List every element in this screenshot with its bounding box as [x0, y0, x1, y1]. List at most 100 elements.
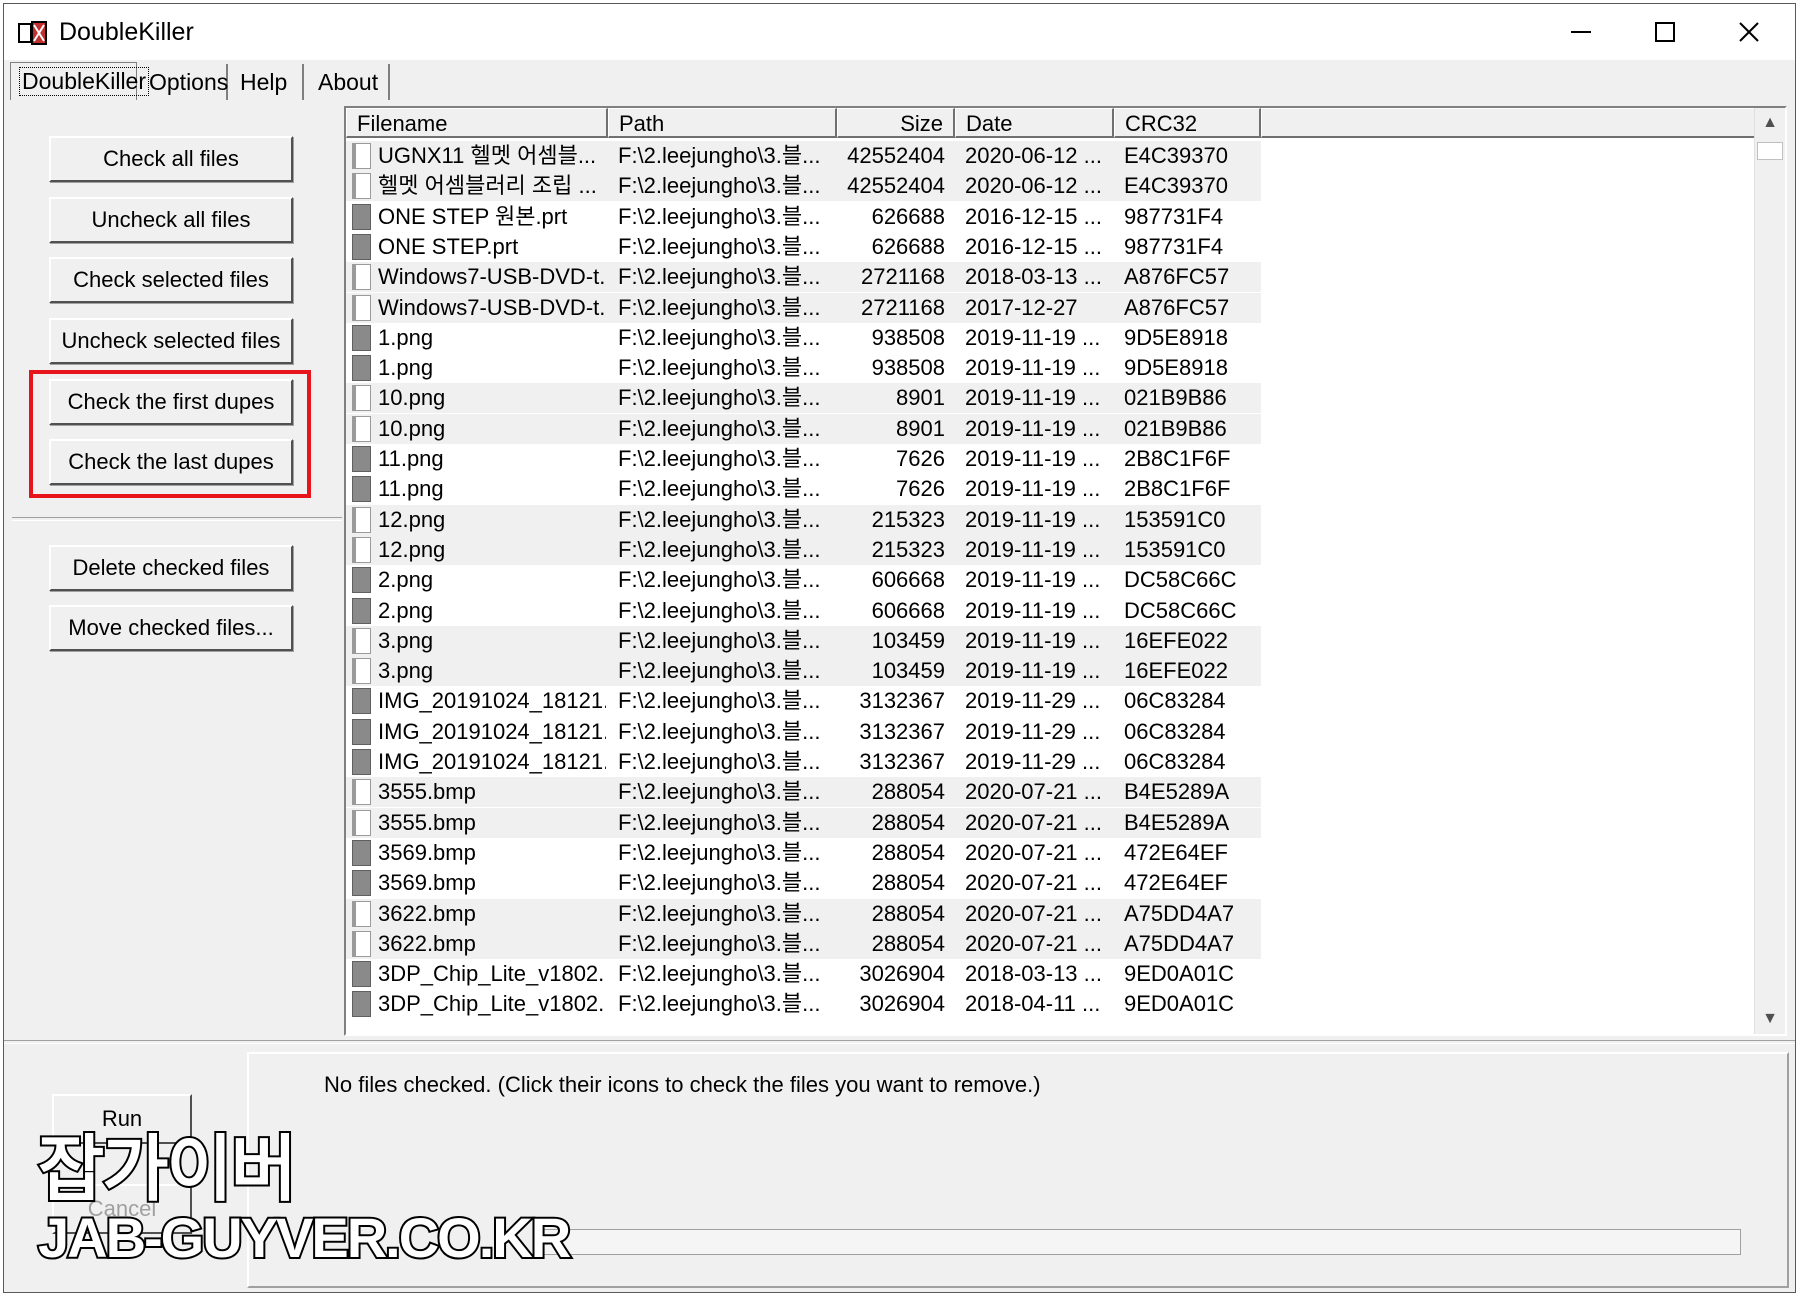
- file-unchecked-icon[interactable]: [352, 900, 371, 927]
- cell-size: 8901: [896, 415, 945, 441]
- table-row[interactable]: 3569.bmp F:\2.leejungho\3.블... 288054 2020-…: [346, 838, 1261, 868]
- file-unchecked-icon[interactable]: [352, 264, 371, 291]
- column-header-filename[interactable]: Filename: [346, 108, 608, 138]
- file-checked-icon[interactable]: [352, 355, 371, 382]
- close-button[interactable]: [1707, 4, 1791, 60]
- file-checked-icon[interactable]: [352, 567, 371, 594]
- cell-crc32: 2B8C1F6F: [1124, 446, 1231, 471]
- file-checked-icon[interactable]: [352, 476, 371, 503]
- table-row[interactable]: 12.png F:\2.leejungho\3.블... 215323 2019-11…: [346, 504, 1261, 535]
- table-row[interactable]: ONE STEP.prt F:\2.leejungho\3.블... 626688 2…: [346, 232, 1261, 262]
- file-checked-icon[interactable]: [352, 749, 371, 775]
- table-row[interactable]: IMG_20191024_18121... F:\2.leejungho\3.블.…: [346, 747, 1261, 777]
- tab-help[interactable]: Help: [231, 64, 304, 100]
- table-row[interactable]: 2.png F:\2.leejungho\3.블... 606668 2019-11-…: [346, 565, 1261, 595]
- table-row[interactable]: 3DP_Chip_Lite_v1802.... F:\2.leejungho\3.…: [346, 959, 1261, 989]
- file-checked-icon[interactable]: [352, 324, 371, 351]
- check-selected-files-button[interactable]: Check selected files: [49, 257, 293, 303]
- file-checked-icon[interactable]: [352, 718, 371, 745]
- vertical-scrollbar[interactable]: ▲ ▼: [1754, 108, 1785, 1034]
- file-unchecked-icon[interactable]: [352, 536, 371, 563]
- scroll-up-arrow-icon[interactable]: ▲: [1755, 108, 1785, 138]
- delete-checked-files-button[interactable]: Delete checked files: [49, 545, 293, 591]
- cell-size: 288054: [871, 870, 945, 896]
- cell-date: 2018-04-11 ...: [965, 991, 1101, 1017]
- move-checked-files-button[interactable]: Move checked files...: [49, 605, 293, 651]
- table-row[interactable]: Windows7-USB-DVD-t... F:\2.leejungho\3.블.…: [346, 292, 1261, 323]
- file-checked-icon[interactable]: [352, 839, 371, 866]
- table-row[interactable]: 1.png F:\2.leejungho\3.블... 938508 2019-11-…: [346, 353, 1261, 383]
- table-row[interactable]: IMG_20191024_18121... F:\2.leejungho\3.블.…: [346, 717, 1261, 747]
- cell-size: 103459: [871, 627, 945, 653]
- table-row[interactable]: 2.png F:\2.leejungho\3.블... 606668 2019-11-…: [346, 596, 1261, 626]
- cell-path: F:\2.leejungho\3.블...: [618, 870, 821, 896]
- minimize-button[interactable]: [1539, 4, 1623, 60]
- cell-filename: 12.png: [378, 536, 446, 562]
- file-checked-icon[interactable]: [352, 688, 371, 715]
- file-unchecked-icon[interactable]: [352, 779, 371, 806]
- table-row[interactable]: 헬멧 어셈블러리 조립 ... F:\2.leejungho\3.블... 4255…: [346, 171, 1261, 202]
- file-unchecked-icon[interactable]: [352, 385, 371, 412]
- table-row[interactable]: 3555.bmp F:\2.leejungho\3.블... 288054 2020-…: [346, 777, 1261, 808]
- file-checked-icon[interactable]: [352, 991, 371, 1018]
- cell-date: 2019-11-19 ...: [965, 355, 1101, 381]
- file-checked-icon[interactable]: [352, 203, 371, 230]
- file-unchecked-icon[interactable]: [352, 415, 371, 442]
- file-unchecked-icon[interactable]: [352, 809, 371, 836]
- table-row[interactable]: 3555.bmp F:\2.leejungho\3.블... 288054 2020-…: [346, 807, 1261, 838]
- table-row[interactable]: Windows7-USB-DVD-t... F:\2.leejungho\3.블.…: [346, 262, 1261, 293]
- uncheck-all-files-button[interactable]: Uncheck all files: [49, 197, 293, 243]
- tab-doublekiller[interactable]: DoubleKiller: [10, 62, 150, 100]
- table-row[interactable]: IMG_20191024_18121... F:\2.leejungho\3.블.…: [346, 686, 1261, 716]
- table-row[interactable]: 10.png F:\2.leejungho\3.블... 8901 2019-11-1…: [346, 383, 1261, 414]
- title-bar[interactable]: DoubleKiller: [4, 4, 1795, 60]
- cell-crc32: B4E5289A: [1124, 779, 1230, 805]
- table-row[interactable]: 3569.bmp F:\2.leejungho\3.블... 288054 2020-…: [346, 868, 1261, 898]
- file-unchecked-icon[interactable]: [352, 506, 371, 533]
- cell-date: 2019-11-29 ...: [965, 749, 1101, 774]
- file-checked-icon[interactable]: [352, 870, 371, 897]
- table-row[interactable]: 1.png F:\2.leejungho\3.블... 938508 2019-11-…: [346, 323, 1261, 353]
- file-unchecked-icon[interactable]: [352, 627, 371, 654]
- file-checked-icon[interactable]: [352, 961, 371, 988]
- table-row[interactable]: 3DP_Chip_Lite_v1802.... F:\2.leejungho\3.…: [346, 989, 1261, 1019]
- table-row[interactable]: 3.png F:\2.leejungho\3.블... 103459 2019-11-…: [346, 656, 1261, 687]
- column-header-size[interactable]: Size: [837, 108, 955, 138]
- table-row[interactable]: 10.png F:\2.leejungho\3.블... 8901 2019-11-1…: [346, 413, 1261, 444]
- file-unchecked-icon[interactable]: [352, 658, 371, 685]
- uncheck-selected-files-button[interactable]: Uncheck selected files: [49, 318, 293, 364]
- cell-size: 8901: [896, 385, 945, 411]
- table-row[interactable]: 3622.bmp F:\2.leejungho\3.블... 288054 2020-…: [346, 928, 1261, 959]
- check-all-files-button[interactable]: Check all files: [49, 136, 293, 182]
- file-unchecked-icon[interactable]: [352, 294, 371, 321]
- file-checked-icon[interactable]: [352, 446, 371, 472]
- cell-date: 2019-11-19 ...: [965, 385, 1101, 411]
- cell-crc32: 16EFE022: [1124, 658, 1228, 684]
- cell-crc32: DC58C66C: [1124, 597, 1237, 623]
- cell-crc32: 9D5E8918: [1124, 355, 1228, 381]
- table-row[interactable]: 11.png F:\2.leejungho\3.블... 7626 2019-11-1…: [346, 444, 1261, 474]
- maximize-button[interactable]: [1623, 4, 1707, 60]
- file-unchecked-icon[interactable]: [352, 143, 371, 169]
- file-checked-icon[interactable]: [352, 597, 371, 624]
- tab-options[interactable]: Options: [140, 64, 228, 100]
- column-header-crc32[interactable]: CRC32: [1114, 108, 1261, 138]
- file-list[interactable]: Filename Path Size Date CRC32 UGNX11 헬멧 …: [344, 106, 1787, 1036]
- column-header-date[interactable]: Date: [955, 108, 1114, 138]
- file-unchecked-icon[interactable]: [352, 173, 371, 200]
- table-row[interactable]: 3.png F:\2.leejungho\3.블... 103459 2019-11-…: [346, 625, 1261, 656]
- cell-size: 42552404: [847, 173, 945, 199]
- table-row[interactable]: 12.png F:\2.leejungho\3.블... 215323 2019-11…: [346, 534, 1261, 565]
- scroll-down-arrow-icon[interactable]: ▼: [1755, 1004, 1785, 1034]
- cell-size: 3132367: [859, 688, 945, 714]
- table-row[interactable]: 11.png F:\2.leejungho\3.블... 7626 2019-11-1…: [346, 474, 1261, 504]
- column-header-path[interactable]: Path: [608, 108, 837, 138]
- table-row[interactable]: ONE STEP 원본.prt F:\2.leejungho\3.블... 6266…: [346, 202, 1261, 232]
- file-unchecked-icon[interactable]: [352, 930, 371, 957]
- file-checked-icon[interactable]: [352, 233, 371, 260]
- table-row[interactable]: UGNX11 헬멧 어셈블... F:\2.leejungho\3.블... 425…: [346, 141, 1261, 171]
- table-row[interactable]: 3622.bmp F:\2.leejungho\3.블... 288054 2020-…: [346, 898, 1261, 929]
- tab-about[interactable]: About: [309, 64, 390, 100]
- scroll-thumb[interactable]: [1757, 142, 1783, 160]
- cell-filename: 3569.bmp: [378, 870, 476, 896]
